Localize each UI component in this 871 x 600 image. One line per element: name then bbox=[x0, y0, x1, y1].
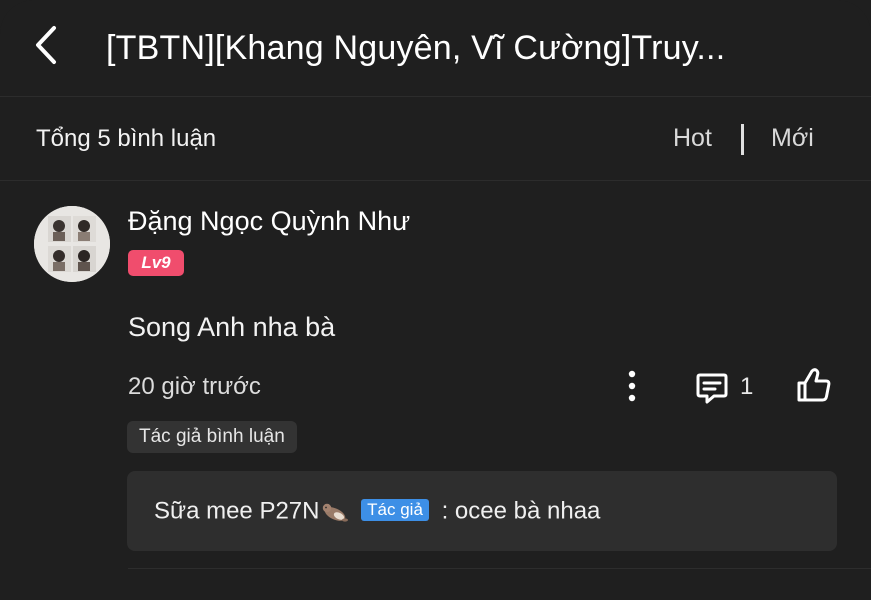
reply-count: 1 bbox=[740, 373, 754, 400]
comment-text: Song Anh nha bà bbox=[128, 312, 336, 342]
comment-author-name[interactable]: Đặng Ngọc Quỳnh Như bbox=[128, 204, 410, 238]
top-bar: [TBTN][Khang Nguyên, Vĩ Cường]Truy... bbox=[0, 0, 871, 97]
comments-screen: [TBTN][Khang Nguyên, Vĩ Cường]Truy... Tổ… bbox=[0, 0, 871, 600]
thumbs-up-icon bbox=[797, 368, 831, 402]
reply-separator: : bbox=[441, 497, 449, 525]
page-title: [TBTN][Khang Nguyên, Vĩ Cường]Truy... bbox=[106, 29, 726, 67]
otter-emoji-icon bbox=[323, 503, 349, 522]
more-vertical-icon bbox=[628, 370, 636, 402]
reply-author-name: Sữa mee P27N bbox=[154, 497, 320, 525]
author-tag: Tác giả bbox=[361, 498, 429, 521]
avatar[interactable] bbox=[34, 206, 110, 282]
comment-icon bbox=[696, 373, 728, 404]
sort-new-tab[interactable]: Mới bbox=[771, 123, 814, 153]
reply-line: Sữa mee P27N Tác giả : ocee bà nhaa bbox=[154, 495, 600, 528]
avatar-image bbox=[34, 206, 110, 282]
chevron-left-icon bbox=[36, 26, 56, 64]
level-badge: Lv9 bbox=[128, 250, 184, 276]
more-options-button[interactable] bbox=[620, 368, 644, 404]
sort-hot-tab[interactable]: Hot bbox=[673, 123, 712, 153]
comment-count: Tổng 5 bình luận bbox=[36, 125, 217, 152]
reply-text: ocee bà nhaa bbox=[454, 497, 601, 525]
comment-divider bbox=[128, 568, 871, 569]
reply-button[interactable] bbox=[694, 370, 730, 406]
author-reply[interactable]: Sữa mee P27N Tác giả : ocee bà nhaa bbox=[127, 471, 837, 551]
like-button[interactable] bbox=[795, 366, 833, 404]
back-button[interactable] bbox=[26, 22, 68, 68]
sort-divider bbox=[741, 124, 744, 155]
author-comment-chip: Tác giả bình luận bbox=[127, 421, 297, 453]
comments-bar: Tổng 5 bình luận Hot Mới bbox=[0, 97, 871, 181]
comment-timestamp: 20 giờ trước bbox=[128, 373, 261, 400]
